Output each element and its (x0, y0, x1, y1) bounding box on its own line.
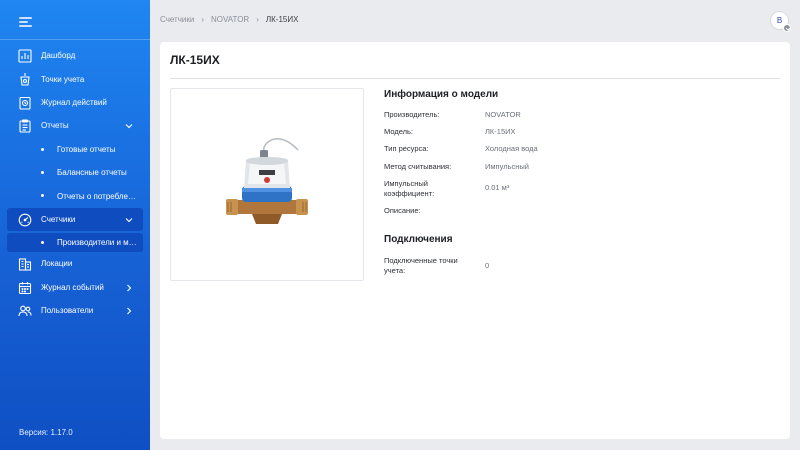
breadcrumb-current: ЛК-15ИХ (265, 15, 299, 24)
building-icon (18, 257, 32, 271)
sidebar-item-action-log[interactable]: Журнал действий (0, 91, 150, 114)
model-info-title: Информация о модели (384, 89, 499, 100)
sidebar-subitem-manufacturers-models[interactable]: Производители и мо... (7, 233, 143, 253)
field-label-resource-type: Тип ресурса: (384, 144, 429, 153)
field-label-connected-points: Подключенные точки учета: (384, 256, 458, 275)
model-image (170, 88, 364, 281)
field-value-pulse-coefficient: 0.01 м³ (485, 183, 510, 192)
sidebar-subitem-balance-reports[interactable]: Балансные отчеты (0, 161, 150, 184)
sidebar-subitem-ready-reports[interactable]: Готовые отчеты (0, 138, 150, 161)
sidebar-subitem-consumption-reports[interactable]: Отчеты о потреблен... (0, 184, 150, 207)
field-value-connected-points: 0 (485, 261, 490, 270)
chevron-right-icon (124, 306, 134, 316)
field-value-model: ЛК-15ИХ (485, 127, 516, 136)
sidebar-item-users[interactable]: Пользователи (0, 299, 150, 322)
chevron-down-icon (124, 121, 134, 131)
sidebar-item-dashboard[interactable]: Дашборд (0, 44, 150, 67)
page-title: ЛК-15ИХ (170, 53, 220, 67)
sidebar-nav: Дашборд Точки учета Журнал действий Отче… (0, 44, 150, 322)
meter-point-icon (18, 72, 32, 86)
sidebar-item-label: Локации (41, 259, 73, 269)
sidebar-item-event-log[interactable]: Журнал событий (0, 276, 150, 299)
sidebar-item-label: Журнал действий (41, 97, 107, 107)
field-label-model: Модель: (384, 127, 414, 136)
sidebar-item-locations[interactable]: Локации (0, 252, 150, 275)
sidebar-item-meter-points[interactable]: Точки учета (0, 67, 150, 90)
sidebar-item-label: Дашборд (41, 51, 76, 61)
breadcrumb: Счетчики › NOVATOR › ЛК-15ИХ (160, 15, 298, 24)
breadcrumb-meters[interactable]: Счетчики (160, 15, 194, 24)
connections-title: Подключения (384, 234, 453, 245)
avatar-initial: B (776, 16, 783, 25)
field-label-reading-method: Метод считывания: (384, 162, 452, 171)
sidebar-divider (0, 39, 150, 40)
gauge-icon (18, 213, 32, 227)
clipboard-icon (18, 119, 32, 133)
breadcrumb-manufacturer[interactable]: NOVATOR (211, 15, 249, 24)
sidebar: Дашборд Точки учета Журнал действий Отче… (0, 0, 150, 450)
sidebar-item-meters[interactable]: Счетчики (7, 207, 143, 232)
sidebar-item-label: Отчеты (41, 121, 69, 131)
field-label-description: Описание: (384, 206, 421, 215)
calendar-icon (18, 281, 32, 295)
field-value-resource-type: Холодная вода (485, 144, 538, 153)
chevron-right-icon (124, 283, 134, 293)
sidebar-item-label: Балансные отчеты (57, 168, 127, 178)
sidebar-item-label: Пользователи (41, 306, 94, 316)
chevron-right-icon: › (201, 15, 204, 24)
sidebar-item-label: Отчеты о потреблен... (57, 191, 139, 201)
chevron-right-icon: › (256, 15, 259, 24)
chevron-down-icon (124, 215, 134, 225)
title-divider (170, 78, 780, 79)
model-detail-card: ЛК-15ИХ Информация о модели Производител… (160, 42, 790, 439)
top-header: Счетчики › NOVATOR › ЛК-15ИХ B (150, 0, 800, 40)
water-meter-image (226, 137, 308, 224)
field-value-reading-method: Импульсный (485, 162, 529, 171)
bullet-icon (41, 147, 44, 151)
field-value-manufacturer: NOVATOR (485, 110, 521, 119)
sidebar-item-label: Журнал событий (41, 282, 104, 292)
sidebar-item-label: Готовые отчеты (57, 144, 116, 154)
action-log-icon (18, 96, 32, 110)
chevron-down-icon[interactable] (783, 24, 791, 32)
sidebar-item-reports[interactable]: Отчеты (0, 114, 150, 137)
sidebar-item-label: Точки учета (41, 74, 85, 84)
bullet-icon (41, 194, 44, 198)
app-version: Версия: 1.17.0 (19, 428, 73, 437)
menu-toggle-icon[interactable] (19, 15, 33, 27)
field-label-pulse-coefficient: Импульсный коэффициент: (384, 179, 435, 198)
chart-icon (18, 49, 32, 63)
sidebar-item-label: Счетчики (41, 214, 76, 224)
users-icon (18, 304, 32, 318)
field-label-manufacturer: Производитель: (384, 110, 440, 119)
bullet-icon (41, 170, 44, 174)
sidebar-item-label: Производители и мо... (57, 238, 139, 248)
bullet-icon (41, 241, 44, 245)
